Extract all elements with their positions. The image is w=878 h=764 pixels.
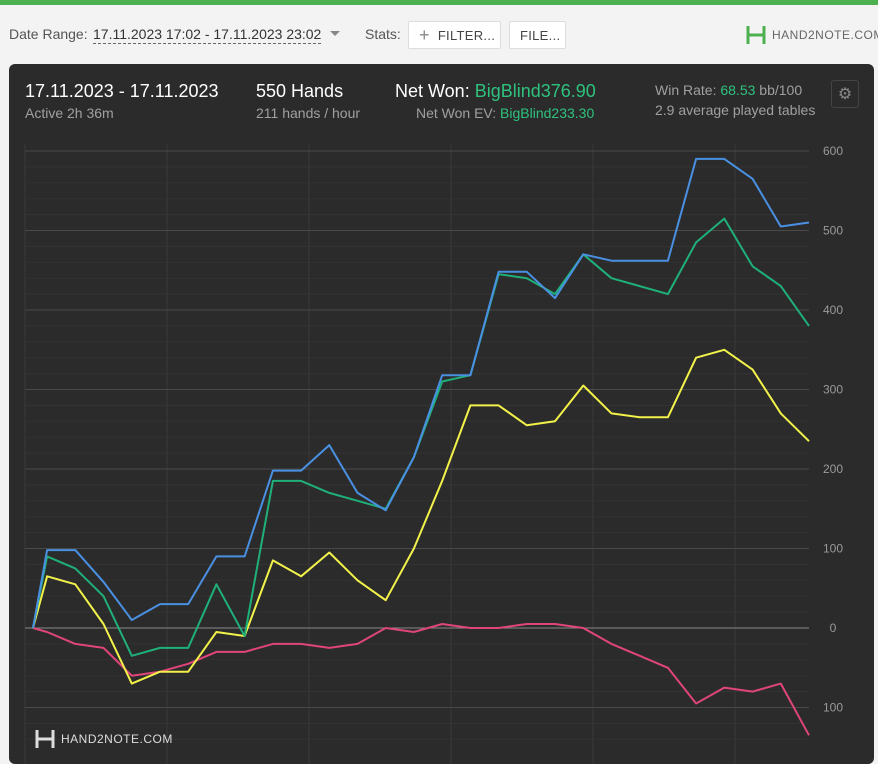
y-tick-label: 200 (823, 462, 843, 476)
toolbar: Date Range: 17.11.2023 17:02 - 17.11.202… (0, 5, 878, 59)
y-tick-label: 300 (823, 383, 843, 397)
y-tick-label: 500 (823, 224, 843, 238)
footer-logo-text: HAND2NOTE.COM (61, 732, 173, 746)
logo-text: HAND2NOTE.COM (772, 28, 878, 42)
date-range-select[interactable]: 17.11.2023 17:02 - 17.11.2023 23:02 (93, 26, 322, 44)
y-tick-label: 400 (823, 303, 843, 317)
chevron-down-icon[interactable] (330, 31, 340, 36)
filter-button-label: FILTER... (437, 27, 496, 43)
series-line (32, 623, 810, 736)
profit-chart: 600 500 400 300 200 100 0 100 (24, 144, 843, 764)
hand2note-logo-icon (746, 26, 766, 44)
stats-label: Stats: (365, 26, 401, 42)
y-tick-label: 0 (830, 621, 837, 635)
filter-button[interactable]: + FILTER... (408, 21, 501, 49)
hand2note-logo-icon (35, 730, 55, 748)
series-line (32, 157, 810, 629)
file-button-label: FILE... (520, 27, 561, 43)
file-button[interactable]: FILE... (509, 21, 566, 49)
footer-logo: HAND2NOTE.COM (35, 728, 173, 750)
plus-icon: + (419, 25, 430, 45)
y-tick-label: 100 (823, 542, 843, 556)
date-range-label: Date Range: (9, 26, 88, 42)
graph-panel: 17.11.2023 - 17.11.2023 Active 2h 36m 55… (9, 64, 874, 764)
y-tick-label: 100 (823, 701, 843, 715)
y-tick-label: 600 (823, 144, 843, 158)
hand2note-logo: HAND2NOTE.COM (746, 24, 878, 46)
